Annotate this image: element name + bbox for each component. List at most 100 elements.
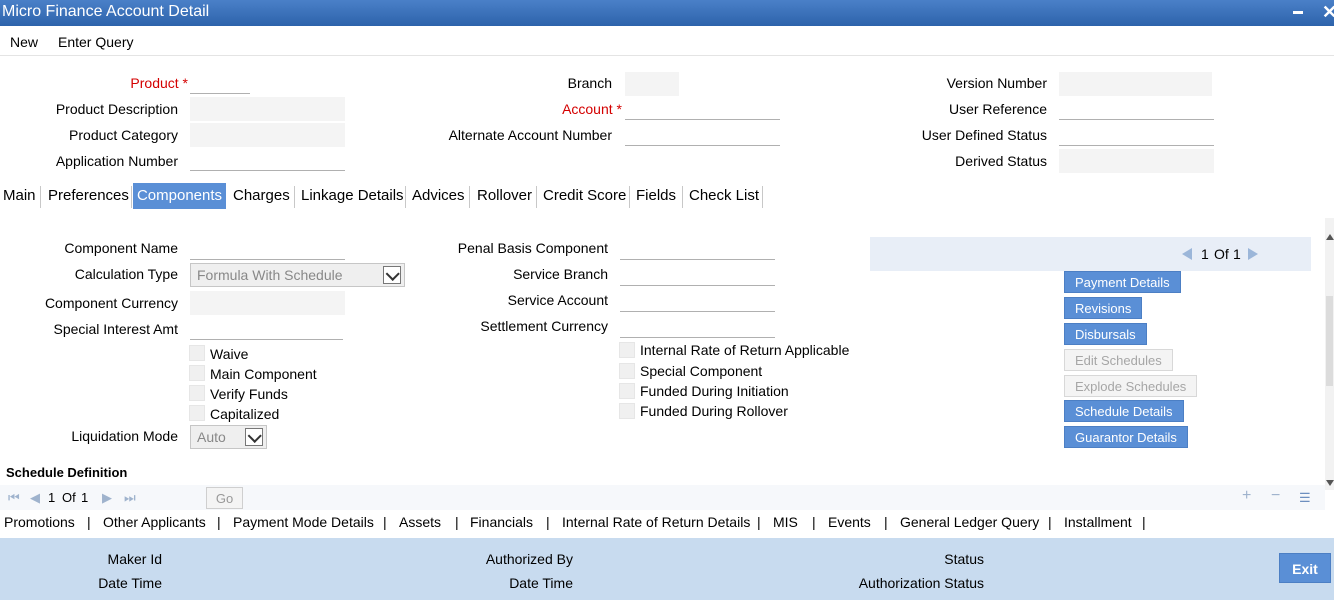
link-separator: |	[812, 514, 816, 530]
close-icon[interactable]: ✕	[1322, 2, 1334, 23]
service-account-label: Service Account	[507, 292, 608, 308]
tab-charges[interactable]: Charges	[233, 183, 290, 209]
irr-applicable-label: Internal Rate of Return Applicable	[640, 342, 850, 358]
exit-button[interactable]: Exit	[1279, 553, 1331, 583]
calculation-type-select[interactable]: Formula With Schedule	[190, 263, 405, 287]
previous-page-icon[interactable]	[1182, 248, 1192, 260]
settlement-currency-field[interactable]	[620, 314, 775, 338]
disbursals-button[interactable]: Disbursals	[1064, 323, 1147, 345]
component-pager: 1 Of 1	[870, 237, 1311, 271]
alternate-account-number-field[interactable]	[625, 122, 780, 146]
window-titlebar: Micro Finance Account Detail ✕	[0, 0, 1334, 26]
guarantor-details-button[interactable]: Guarantor Details	[1064, 426, 1188, 448]
service-branch-field[interactable]	[620, 262, 775, 286]
schedule-navbar: ⏮ ◀ 1 Of 1 ▶ ⏭ Go + − ☰	[0, 485, 1325, 510]
version-number-label: Version Number	[946, 75, 1047, 91]
menu-enter-query[interactable]: Enter Query	[58, 34, 133, 50]
penal-basis-component-field[interactable]	[620, 236, 775, 260]
component-currency-field	[190, 291, 345, 315]
verify-funds-checkbox[interactable]	[189, 385, 205, 401]
tab-linkage-details[interactable]: Linkage Details	[301, 183, 404, 209]
link-other-applicants[interactable]: Other Applicants	[103, 514, 206, 530]
special-component-checkbox[interactable]	[619, 363, 635, 379]
product-field[interactable]	[190, 70, 250, 94]
link-separator: |	[757, 514, 761, 530]
user-defined-status-field[interactable]	[1059, 122, 1214, 146]
tab-divider	[40, 186, 41, 208]
payment-details-button[interactable]: Payment Details	[1064, 271, 1181, 293]
link-events[interactable]: Events	[828, 514, 871, 530]
link-financials[interactable]: Financials	[470, 514, 533, 530]
scroll-down-icon[interactable]	[1326, 480, 1334, 486]
capitalized-label: Capitalized	[210, 406, 280, 422]
user-reference-field[interactable]	[1059, 96, 1214, 120]
service-account-field[interactable]	[620, 288, 775, 312]
funded-during-rollover-checkbox[interactable]	[619, 403, 635, 419]
schedule-details-button[interactable]: Schedule Details	[1064, 400, 1184, 422]
schedule-page-current: 1	[48, 490, 56, 505]
explode-schedules-button[interactable]: Explode Schedules	[1064, 375, 1198, 397]
branch-field	[625, 72, 679, 96]
vertical-scrollbar[interactable]	[1325, 218, 1334, 490]
revisions-button[interactable]: Revisions	[1064, 297, 1143, 319]
link-separator: |	[383, 514, 387, 530]
irr-applicable-checkbox[interactable]	[619, 342, 635, 358]
branch-label: Branch	[567, 75, 612, 91]
tab-fields[interactable]: Fields	[636, 183, 676, 209]
application-number-field[interactable]	[190, 147, 345, 171]
add-row-icon[interactable]: +	[1242, 487, 1251, 505]
link-irr-details[interactable]: Internal Rate of Return Details	[562, 514, 750, 530]
menu-new[interactable]: New	[10, 34, 38, 50]
link-installment[interactable]: Installment	[1064, 514, 1132, 530]
link-payment-mode-details[interactable]: Payment Mode Details	[233, 514, 374, 530]
link-assets[interactable]: Assets	[399, 514, 441, 530]
tab-preferences[interactable]: Preferences	[48, 183, 129, 209]
scroll-up-icon[interactable]	[1326, 234, 1334, 240]
delete-row-icon[interactable]: −	[1271, 487, 1280, 505]
tab-components[interactable]: Components	[133, 183, 226, 209]
list-view-icon[interactable]: ☰	[1299, 490, 1311, 506]
link-general-ledger-query[interactable]: General Ledger Query	[900, 514, 1039, 530]
special-component-label: Special Component	[640, 363, 763, 379]
liquidation-mode-select[interactable]: Auto	[190, 425, 267, 449]
chevron-down-icon[interactable]	[245, 428, 263, 446]
previous-page-icon[interactable]: ◀	[30, 490, 40, 506]
verify-funds-label: Verify Funds	[210, 386, 288, 402]
next-page-icon[interactable]	[1248, 248, 1258, 260]
component-name-label: Component Name	[64, 240, 178, 256]
schedule-definition-title: Schedule Definition	[6, 465, 128, 480]
tab-advices[interactable]: Advices	[412, 183, 465, 209]
link-separator: |	[546, 514, 550, 530]
link-mis[interactable]: MIS	[773, 514, 798, 530]
tab-credit-score[interactable]: Credit Score	[543, 183, 626, 209]
component-name-field[interactable]	[190, 236, 345, 260]
link-separator: |	[1048, 514, 1052, 530]
pager-total: 1	[1233, 246, 1241, 262]
capitalized-checkbox[interactable]	[189, 405, 205, 421]
tab-check-list[interactable]: Check List	[689, 183, 759, 209]
special-interest-amt-field[interactable]	[190, 316, 343, 340]
product-category-label: Product Category	[69, 127, 178, 143]
scrollbar-thumb[interactable]	[1326, 296, 1333, 386]
funded-during-initiation-checkbox[interactable]	[619, 383, 635, 399]
liquidation-mode-value: Auto	[197, 429, 226, 445]
go-button[interactable]: Go	[206, 487, 243, 509]
chevron-down-icon[interactable]	[383, 266, 401, 284]
waive-checkbox[interactable]	[189, 345, 205, 361]
subsystem-links: Promotions | Other Applicants | Payment …	[0, 512, 1334, 534]
tab-main[interactable]: Main	[3, 183, 36, 209]
derived-status-label: Derived Status	[955, 153, 1047, 169]
liquidation-mode-label: Liquidation Mode	[71, 428, 178, 444]
tab-rollover[interactable]: Rollover	[477, 183, 532, 209]
minimize-icon[interactable]	[1293, 11, 1303, 14]
last-page-icon[interactable]: ⏭	[124, 490, 136, 506]
first-page-icon[interactable]: ⏮	[8, 490, 20, 506]
account-field[interactable]	[625, 96, 780, 120]
tab-divider	[629, 186, 630, 208]
user-reference-label: User Reference	[948, 101, 1047, 117]
link-separator: |	[87, 514, 91, 530]
next-page-icon[interactable]: ▶	[102, 490, 112, 506]
link-promotions[interactable]: Promotions	[4, 514, 75, 530]
main-component-checkbox[interactable]	[189, 365, 205, 381]
edit-schedules-button[interactable]: Edit Schedules	[1064, 349, 1173, 371]
